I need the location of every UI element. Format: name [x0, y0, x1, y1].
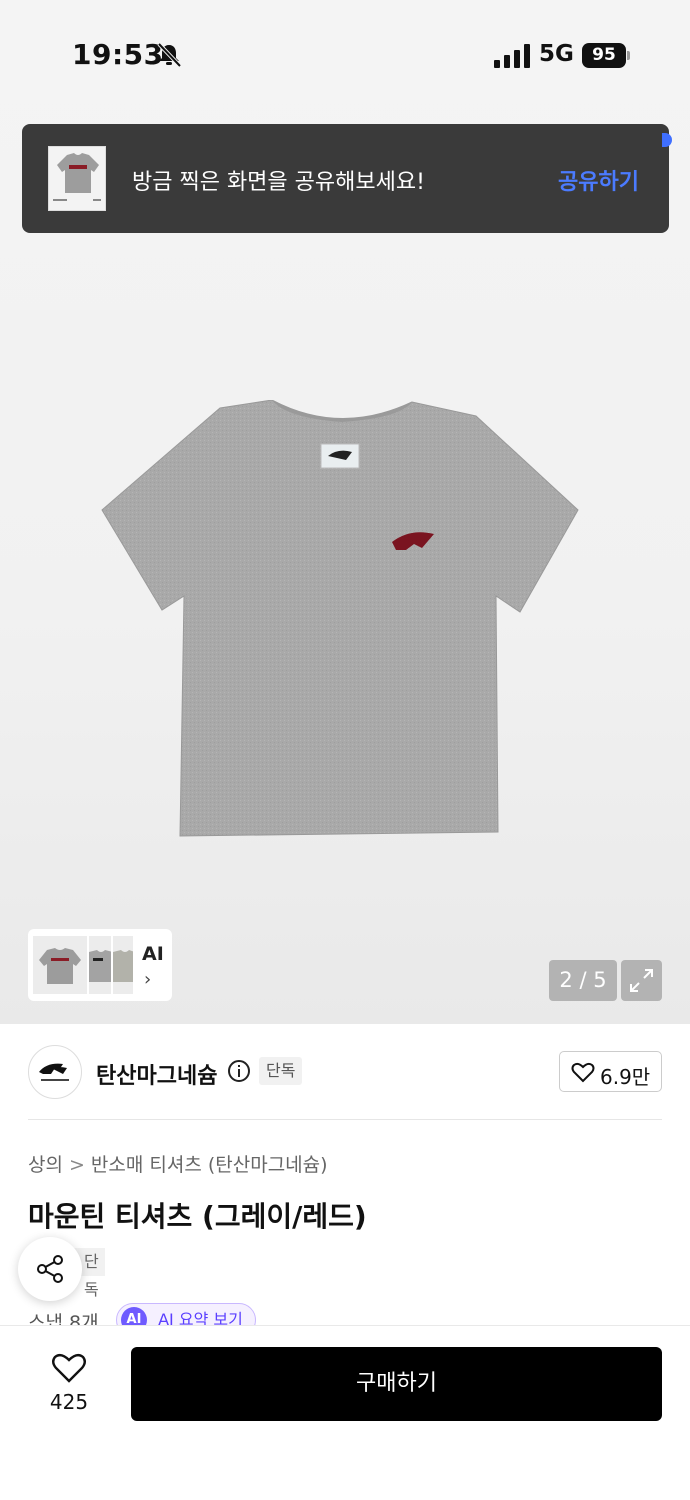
info-icon[interactable]: [227, 1059, 251, 1083]
signal-icon: [494, 44, 530, 68]
brand-name[interactable]: 탄산마그네슘: [96, 1058, 217, 1090]
product-title: 마운틴 티셔츠 (그레이/레드): [28, 1200, 367, 1233]
tshirt-thumbnail-icon: [89, 950, 111, 982]
status-time: 19:53: [72, 38, 164, 71]
bottom-action-bar: 425 구매하기: [0, 1325, 690, 1500]
breadcrumb[interactable]: 상의 > 반소매 티셔츠 (탄산마그네슘): [28, 1150, 328, 1177]
status-bar: 19:53 5G 95: [0, 0, 690, 112]
tshirt-thumbnail-icon: [113, 950, 133, 982]
image-page-counter: 2 / 5: [549, 960, 617, 1001]
brand-logo[interactable]: [28, 1045, 82, 1099]
buy-button[interactable]: 구매하기: [131, 1347, 662, 1421]
product-image: [101, 400, 579, 837]
heart-icon: [52, 1353, 86, 1383]
wishlist-count: 425: [49, 1390, 89, 1414]
breadcrumb-separator: >: [68, 1154, 85, 1176]
expand-button[interactable]: [621, 960, 662, 1001]
share-screenshot-toast[interactable]: 방금 찍은 화면을 공유해보세요! 공유하기: [22, 124, 669, 233]
network-label: 5G: [539, 41, 574, 67]
thumbnail-3[interactable]: [112, 935, 134, 995]
bell-slash-icon: [157, 42, 182, 68]
thumbnail-1[interactable]: [32, 935, 88, 995]
ai-thumbnail-strip[interactable]: AI ›: [28, 929, 172, 1001]
battery-tip: [627, 51, 630, 60]
share-button[interactable]: [18, 1237, 82, 1301]
brand-like-count: 6.9만: [600, 1065, 651, 1089]
brand-logo-icon: [39, 1063, 69, 1081]
battery-level: 95: [592, 45, 616, 65]
toast-message: 방금 찍은 화면을 공유해보세요!: [132, 170, 425, 195]
breadcrumb-item-category[interactable]: 상의: [28, 1154, 63, 1176]
battery-icon: 95: [582, 43, 626, 68]
brand-row[interactable]: 탄산마그네슘 단독 6.9만: [0, 1024, 690, 1120]
wishlist-button[interactable]: 425: [30, 1348, 108, 1420]
tshirt-thumbnail-icon: [53, 153, 101, 201]
like-brand-button[interactable]: 6.9만: [559, 1051, 662, 1092]
share-icon: [37, 1255, 63, 1283]
thumbnail-2[interactable]: [88, 935, 112, 995]
tshirt-thumbnail-icon: [39, 948, 81, 984]
heart-icon: [571, 1062, 595, 1083]
exclusive-badge: 단독: [259, 1057, 303, 1085]
breadcrumb-item-subcategory[interactable]: 반소매 티셔츠 (탄산마그네슘): [91, 1154, 328, 1176]
share-action-button[interactable]: 공유하기: [558, 164, 639, 196]
screenshot-thumbnail: [48, 146, 106, 211]
expand-icon: [630, 969, 653, 992]
divider: [28, 1119, 662, 1120]
exclusive-tag: 단독: [78, 1248, 105, 1299]
ai-label: AI: [142, 943, 164, 965]
chevron-right-icon: ›: [144, 969, 152, 990]
